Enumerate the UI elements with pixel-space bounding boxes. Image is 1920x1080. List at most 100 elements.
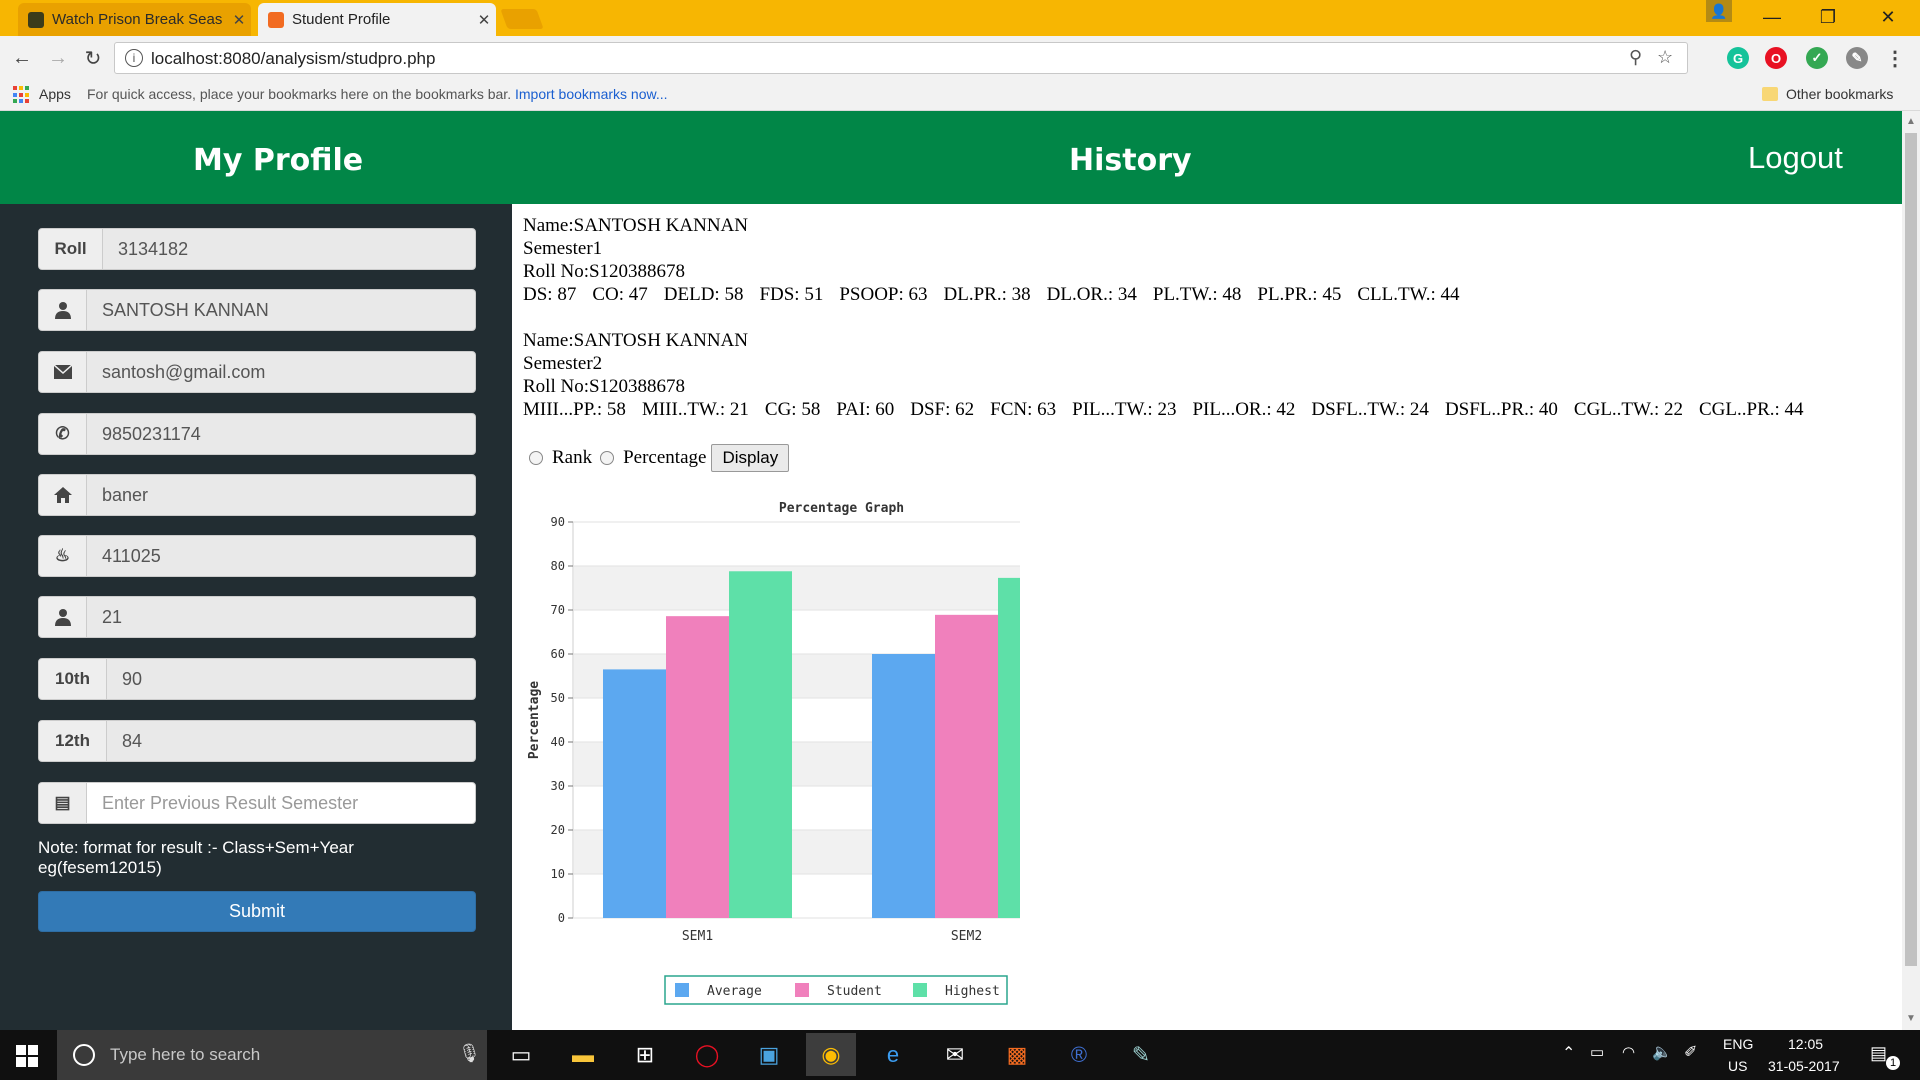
name-field[interactable]: SANTOSH KANNAN [38,289,476,331]
microphone-icon[interactable]: 🎙 [458,1043,481,1064]
chrome-profile-icon[interactable]: 👤 [1706,0,1732,22]
roll-label: Roll [39,229,103,269]
logout-link[interactable]: Logout [1748,140,1843,176]
email-field[interactable]: santosh@gmail.com [38,351,476,393]
semester2-result: Name:SANTOSH KANNAN Semester2 Roll No:S1… [523,329,1820,421]
subject-mark: DL.PR.: 38 [943,284,1031,305]
window-close-icon[interactable]: ✕ [1860,0,1916,34]
y-tick-label: 80 [551,559,565,573]
other-bookmarks[interactable]: Other bookmarks [1786,86,1893,102]
scroll-down-icon[interactable]: ▼ [1906,1013,1916,1024]
task-view-icon[interactable]: ▭ [502,1037,540,1073]
opera-browser-icon[interactable]: ◯ [688,1037,726,1073]
roll-number: Roll No:S120388678 [523,376,686,397]
tray-chevron-icon[interactable]: ⌃ [1562,1043,1575,1063]
roll-number: Roll No:S120388678 [523,261,686,282]
age-field[interactable]: 21 [38,596,476,638]
reload-icon[interactable]: ↻ [79,44,107,72]
subject-mark: MIII...PP.: 58 [523,399,626,420]
bookmarks-bar: Apps For quick access, place your bookma… [0,80,1920,111]
eyedropper-icon[interactable]: ✎ [1846,47,1868,69]
apps-icon[interactable] [13,86,31,104]
user-icon [39,290,87,330]
paint-icon[interactable]: ✎ [1122,1037,1160,1073]
forward-icon[interactable]: → [44,44,72,72]
pen-icon[interactable]: ✐ [1684,1042,1697,1062]
chrome-menu-icon[interactable]: ⋮ [1884,47,1906,70]
roll-field[interactable]: Roll 3134182 [38,228,476,270]
chrome-taskbar-icon[interactable]: ◉ [806,1033,856,1076]
semester-input[interactable]: ▤ Enter Previous Result Semester [38,782,476,824]
semester-placeholder: Enter Previous Result Semester [102,792,359,813]
star-icon[interactable]: ☆ [1657,47,1673,68]
scroll-up-icon[interactable]: ▲ [1906,116,1916,127]
restore-icon[interactable]: ❐ [1800,0,1856,34]
percentage-radio[interactable] [600,451,615,465]
volume-icon[interactable]: 🔈 [1652,1042,1672,1062]
check-icon[interactable]: ✓ [1806,47,1828,69]
import-bookmarks-link[interactable]: Import bookmarks now... [515,86,668,102]
subject-mark: DS: 87 [523,284,577,305]
tenth-field[interactable]: 10th 90 [38,658,476,700]
y-tick-label: 70 [551,603,565,617]
apps-link[interactable]: Apps [39,86,71,102]
subject-mark: CO: 47 [592,284,648,305]
address-field[interactable]: baner [38,474,476,516]
clock-time[interactable]: 12:05 [1788,1036,1823,1052]
legend-swatch-highest [913,983,927,997]
new-tab-button[interactable] [500,9,544,29]
submit-button[interactable]: Submit [38,891,476,932]
tab-student-profile[interactable]: Student Profile ✕ [258,3,496,36]
semester-title: Semester1 [523,238,603,259]
bar-average-sem1 [603,669,666,918]
home-icon [39,475,87,515]
windows-start-icon[interactable] [16,1045,38,1067]
my-profile-link[interactable]: My Profile [193,143,363,178]
subject-mark: FDS: 51 [759,284,824,305]
twelfth-field[interactable]: 12th 84 [38,720,476,762]
battery-icon[interactable]: ▭ [1590,1043,1604,1061]
display-button[interactable]: Display [711,444,790,472]
subject-mark: PAI: 60 [836,399,895,420]
percentage-label: Percentage [623,447,707,468]
mail-icon[interactable]: ✉ [936,1037,974,1073]
format-note: Note: format for result :- Class+Sem+Yea… [38,838,354,877]
xampp-icon[interactable]: ▩ [998,1037,1036,1073]
store-icon[interactable]: ⊞ [626,1037,664,1073]
graph-options: Rank Percentage Display [529,444,790,472]
key-icon[interactable]: ⚲ [1629,47,1642,68]
language-indicator[interactable]: ENG [1723,1036,1753,1052]
edge-icon[interactable]: e [874,1037,912,1073]
history-link[interactable]: History [1069,143,1192,178]
address-bar[interactable]: i localhost:8080/analysism/studpro.php ☆… [114,42,1688,74]
y-tick-label: 40 [551,735,565,749]
subject-mark: MIII..TW.: 21 [641,399,749,420]
cortana-icon[interactable] [73,1044,95,1066]
phone-field[interactable]: ✆ 9850231174 [38,413,476,455]
site-info-icon[interactable]: i [125,49,143,67]
scrollbar-thumb[interactable] [1905,133,1917,966]
subject-mark: CG: 58 [764,399,821,420]
close-tab-icon[interactable]: ✕ [227,11,251,29]
back-icon[interactable]: ← [8,44,36,72]
opera-icon[interactable]: O [1765,47,1787,69]
subject-marks: DS: 87 CO: 47 DELD: 58 FDS: 51 PSOOP: 63 DL.P… [523,283,1476,306]
wifi-icon[interactable]: ◠ [1622,1043,1635,1061]
minimize-icon[interactable]: — [1744,0,1800,34]
file-explorer-icon[interactable]: ▬ [564,1037,602,1073]
rank-radio[interactable] [529,451,543,465]
x-tick-label: SEM2 [951,929,982,944]
close-tab-icon[interactable]: ✕ [472,11,496,29]
monitor-app-icon[interactable]: ▣ [750,1037,788,1073]
notifications-icon[interactable]: ▤ [1870,1043,1887,1064]
clock-date[interactable]: 31-05-2017 [1768,1058,1840,1074]
tenth-value: 90 [122,668,143,689]
pincode-field[interactable]: ♨ 411025 [38,535,476,577]
region-indicator[interactable]: US [1728,1058,1747,1074]
tab-prison-break[interactable]: Watch Prison Break Seas ✕ [18,3,251,36]
folder-icon [1762,87,1778,101]
grammarly-icon[interactable]: G [1727,47,1749,69]
subject-mark: DSFL..PR.: 40 [1444,399,1558,420]
r-app-icon[interactable]: ® [1060,1037,1098,1073]
tab-favicon-icon [28,11,44,28]
